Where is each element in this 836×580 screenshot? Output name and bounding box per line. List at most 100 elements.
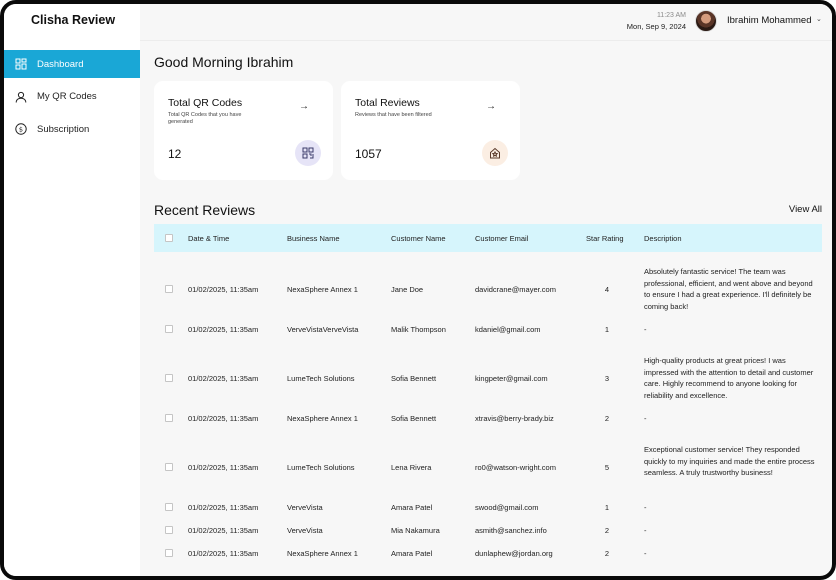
sidebar-item-my-qr-codes[interactable]: My QR Codes [4, 83, 140, 111]
cell-business: VerveVista [287, 503, 323, 512]
qr-code-icon [295, 140, 321, 166]
cell-customer: Lena Rivera [391, 463, 432, 472]
brand-logo: Clisha Review [31, 13, 116, 27]
cell-datetime: 01/02/2025, 11:35am [188, 374, 259, 383]
table-row[interactable]: 01/02/2025, 11:35am VerveVistaVerveVista… [154, 322, 822, 342]
cell-datetime: 01/02/2025, 11:35am [188, 285, 259, 294]
column-header-business[interactable]: Business Name [287, 234, 340, 243]
cell-rating: 4 [604, 285, 610, 294]
column-header-datetime[interactable]: Date & Time [188, 234, 229, 243]
cell-rating: 2 [604, 414, 610, 423]
table-row[interactable]: 01/02/2025, 11:35am NexaSphere Annex 1 A… [154, 546, 822, 566]
cell-email: davidcrane@mayer.com [475, 285, 556, 294]
stat-card-reviews[interactable]: Total Reviews Reviews that have been fil… [341, 81, 520, 180]
cell-email: kingpeter@gmail.com [475, 374, 548, 383]
arrow-right-icon[interactable]: → [299, 101, 309, 112]
cell-business: VerveVista [287, 526, 323, 535]
table-header: Date & Time Business Name Customer Name … [154, 224, 822, 252]
dollar-icon: $ [15, 123, 27, 135]
user-icon [15, 91, 27, 103]
cell-description: - [644, 549, 647, 558]
cell-datetime: 01/02/2025, 11:35am [188, 325, 259, 334]
dashboard-icon [15, 58, 27, 70]
page-title: Good Morning Ibrahim [154, 54, 294, 70]
sidebar: Clisha Review Dashboard My QR Codes $ Su… [4, 4, 140, 576]
cell-description: - [644, 325, 647, 334]
row-checkbox[interactable] [165, 285, 173, 293]
cell-business: VerveVistaVerveVista [287, 325, 359, 334]
sidebar-item-label: Subscription [37, 123, 90, 135]
cell-customer: Sofia Bennett [391, 414, 437, 423]
review-star-icon [482, 140, 508, 166]
user-name[interactable]: Ibrahim Mohammed [727, 15, 811, 26]
datetime-display: 11:23 AM Mon, Sep 9, 2024 [627, 10, 686, 32]
cell-datetime: 01/02/2025, 11:35am [188, 503, 259, 512]
cell-email: kdaniel@gmail.com [475, 325, 541, 334]
cell-rating: 2 [604, 526, 610, 535]
sidebar-item-label: Dashboard [37, 58, 84, 70]
card-title: Total Reviews [355, 97, 420, 109]
table-row[interactable]: 01/02/2025, 11:35am NexaSphere Annex 1 J… [154, 262, 822, 316]
sidebar-item-label: My QR Codes [37, 91, 97, 102]
cell-description: - [644, 526, 647, 535]
row-checkbox[interactable] [165, 374, 173, 382]
table-row[interactable]: 01/02/2025, 11:35am VerveVista Amara Pat… [154, 500, 822, 520]
cell-rating: 1 [604, 503, 610, 512]
app-window: Clisha Review Dashboard My QR Codes $ Su… [0, 0, 836, 580]
cell-description: - [644, 414, 647, 423]
cell-business: LumeTech Solutions [287, 463, 355, 472]
stat-card-qr-codes[interactable]: Total QR Codes Total QR Codes that you h… [154, 81, 333, 180]
arrow-right-icon[interactable]: → [486, 101, 496, 112]
column-header-description[interactable]: Description [644, 234, 682, 243]
row-checkbox[interactable] [165, 414, 173, 422]
card-value: 1057 [355, 147, 382, 161]
cell-rating: 5 [604, 463, 610, 472]
cell-customer: Mia Nakamura [391, 526, 440, 535]
cell-customer: Jane Doe [391, 285, 424, 294]
sidebar-item-subscription[interactable]: $ Subscription [4, 115, 140, 143]
current-time: 11:23 AM [656, 12, 686, 19]
table-row[interactable]: 01/02/2025, 11:35am LumeTech Solutions S… [154, 351, 822, 405]
sidebar-item-dashboard[interactable]: Dashboard [4, 50, 140, 78]
cell-email: xtravis@berry-brady.biz [475, 414, 554, 423]
cell-rating: 1 [604, 325, 610, 334]
cell-customer: Malik Thompson [391, 325, 446, 334]
cell-business: NexaSphere Annex 1 [287, 285, 358, 294]
cell-description: - [644, 503, 647, 512]
cell-rating: 3 [604, 374, 610, 383]
row-checkbox[interactable] [165, 325, 173, 333]
cell-customer: Sofia Bennett [391, 374, 437, 383]
avatar[interactable] [695, 10, 717, 32]
cell-datetime: 01/02/2025, 11:35am [188, 414, 259, 423]
row-checkbox[interactable] [165, 526, 173, 534]
svg-text:$: $ [19, 125, 23, 133]
cell-email: ro0@watson-wright.com [475, 463, 556, 472]
cell-customer: Amara Patel [391, 503, 433, 512]
top-bar: 11:23 AM Mon, Sep 9, 2024 Ibrahim Mohamm… [140, 4, 832, 41]
cell-rating: 2 [604, 549, 610, 558]
cell-email: asmith@sanchez.info [475, 526, 547, 535]
table-row[interactable]: 01/02/2025, 11:35am NexaSphere Annex 1 S… [154, 411, 822, 431]
column-header-rating[interactable]: Star Rating [586, 234, 624, 243]
section-title: Recent Reviews [154, 202, 256, 218]
current-date: Mon, Sep 9, 2024 [626, 22, 686, 31]
cell-datetime: 01/02/2025, 11:35am [188, 463, 259, 472]
cell-business: LumeTech Solutions [287, 374, 355, 383]
table-row[interactable]: 01/02/2025, 11:35am VerveVista Mia Nakam… [154, 523, 822, 543]
row-checkbox[interactable] [165, 549, 173, 557]
cell-business: NexaSphere Annex 1 [287, 549, 358, 558]
row-checkbox[interactable] [165, 503, 173, 511]
row-checkbox[interactable] [165, 463, 173, 471]
table-row[interactable]: 01/02/2025, 11:35am LumeTech Solutions L… [154, 440, 822, 494]
card-subtitle: Total QR Codes that you have generated [168, 112, 242, 125]
cell-description: Exceptional customer service! They respo… [644, 445, 815, 477]
column-header-email[interactable]: Customer Email [475, 234, 528, 243]
cell-datetime: 01/02/2025, 11:35am [188, 549, 259, 558]
cell-description: Absolutely fantastic service! The team w… [644, 267, 813, 311]
view-all-link[interactable]: View All [789, 204, 822, 215]
cell-email: swood@gmail.com [475, 503, 539, 512]
column-header-customer[interactable]: Customer Name [391, 234, 446, 243]
select-all-checkbox[interactable] [165, 234, 173, 242]
chevron-down-icon[interactable]: ⌄ [816, 15, 822, 23]
sidebar-nav: Dashboard My QR Codes $ Subscription [4, 50, 140, 148]
